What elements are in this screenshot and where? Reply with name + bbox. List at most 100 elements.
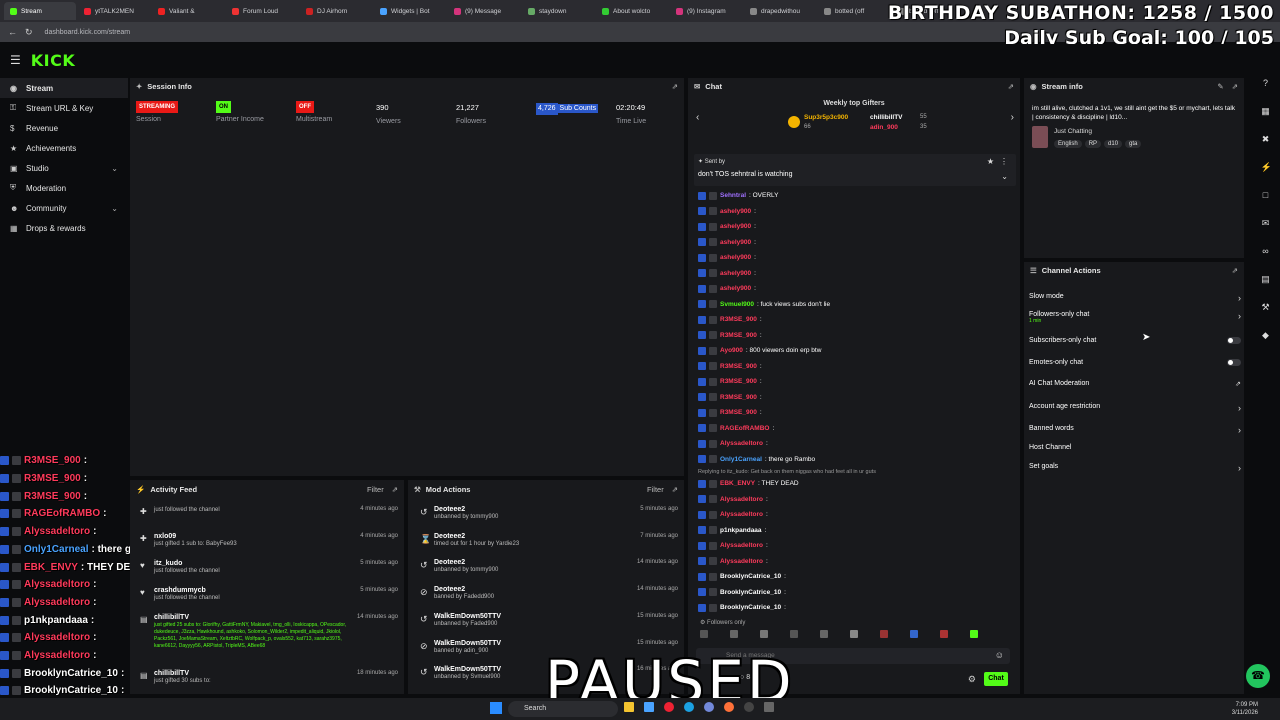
mod-filter-button[interactable]: Filter — [647, 485, 664, 494]
document-icon[interactable]: □ — [1261, 190, 1271, 200]
chrome-icon[interactable] — [664, 702, 674, 712]
browser-tab[interactable]: (9) Instagram — [670, 2, 742, 20]
chat-username[interactable]: EBK_ENVY — [720, 480, 755, 487]
tag-chip[interactable]: gta — [1125, 140, 1142, 148]
channel-action-followers-only-chat[interactable]: Followers-only chat 1 min › — [1029, 311, 1241, 324]
channel-action-emotes-only-chat[interactable]: Emotes-only chat — [1029, 359, 1241, 366]
menu-icon[interactable]: ☰ — [10, 53, 21, 67]
prev-arrow-icon[interactable]: ‹ — [696, 112, 699, 123]
chat-username[interactable]: Svmuel900 — [720, 301, 754, 308]
sidebar-item-revenue[interactable]: $ Revenue — [0, 118, 128, 138]
tag-chip[interactable]: English — [1054, 140, 1082, 148]
layout-icon[interactable]: ▤ — [1261, 274, 1271, 284]
browser-tab[interactable]: Widgets | Bot — [374, 2, 446, 20]
popout-icon[interactable]: ⇗ — [1232, 82, 1238, 91]
activity-name[interactable]: itz_kudo — [154, 560, 354, 567]
chat-username[interactable]: ashely900 — [720, 254, 751, 261]
edge-icon[interactable] — [684, 702, 694, 712]
chat-username[interactable]: ashely900 — [720, 223, 751, 230]
firefox-icon[interactable] — [724, 702, 734, 712]
next-arrow-icon[interactable]: › — [1011, 112, 1014, 123]
discord-icon[interactable] — [704, 702, 714, 712]
activity-name[interactable]: chillibillTV — [154, 614, 354, 621]
reload-icon[interactable]: ↻ — [25, 27, 33, 38]
chat-username[interactable]: Alyssadeltoro — [720, 440, 763, 447]
chat-username[interactable]: ashely900 — [720, 239, 751, 246]
popout-icon[interactable]: ⇗ — [672, 485, 678, 494]
chat-username[interactable]: BrooklynCatrice_10 — [720, 573, 781, 580]
system-clock[interactable]: 7:09 PM 3/11/2026 — [1232, 701, 1258, 717]
wrench-icon[interactable]: ⚒ — [1261, 302, 1271, 312]
browser-tab[interactable]: About wolcto — [596, 2, 668, 20]
tag-chip[interactable]: d10 — [1104, 140, 1123, 148]
channel-action-account-age-restriction[interactable]: Account age restriction › — [1029, 403, 1241, 413]
chat-send-button[interactable]: Chat — [984, 672, 1008, 686]
taskbar-search[interactable]: Search — [508, 701, 618, 717]
browser-tab[interactable]: DJ Airhorn — [300, 2, 372, 20]
app-icon[interactable] — [764, 702, 774, 712]
link-icon[interactable]: ∞ — [1261, 246, 1271, 256]
channel-action-host-channel[interactable]: Host Channel — [1029, 444, 1241, 451]
chevron-down-icon[interactable]: ⌄ — [1001, 172, 1008, 181]
lightning-icon[interactable]: ⚡ — [1261, 162, 1272, 172]
browser-tab[interactable]: Stream — [4, 2, 76, 20]
chat-username[interactable]: R3MSE_900 — [720, 394, 757, 401]
chat-username[interactable]: BrooklynCatrice_10 — [720, 604, 781, 611]
popout-icon[interactable]: ⇗ — [672, 82, 678, 91]
channel-action-subscribers-only-chat[interactable]: Subscribers-only chat — [1029, 337, 1241, 344]
browser-tab[interactable]: (9) Message — [448, 2, 520, 20]
emoji-icon[interactable]: ☺ — [995, 650, 1004, 660]
sidebar-item-moderation[interactable]: ⛨ Moderation — [0, 178, 128, 198]
chat-username[interactable]: Alyssadeltoro — [720, 511, 763, 518]
channel-action-ai-chat-moderation[interactable]: AI Chat Moderation ⇗ — [1029, 380, 1241, 388]
chat-username[interactable]: Only1Carneal — [720, 456, 762, 463]
activity-name[interactable]: crashdummycb — [154, 587, 354, 594]
sidebar-item-community[interactable]: ☻ Community ⌄ — [0, 198, 128, 218]
browser-tab[interactable]: botted (off — [818, 2, 890, 20]
sidebar-item-drops-rewards[interactable]: ▦ Drops & rewards — [0, 218, 128, 238]
sidebar-item-stream-url-key[interactable]: ⚿ Stream URL & Key — [0, 98, 128, 118]
kick-logo[interactable]: KICK — [31, 51, 76, 70]
toggle-switch[interactable] — [1227, 359, 1241, 366]
chat-username[interactable]: R3MSE_900 — [720, 332, 757, 339]
store-icon[interactable] — [644, 702, 654, 712]
category-name[interactable]: Just Chatting — [1054, 128, 1092, 135]
chat-username[interactable]: RAGEofRAMBO — [720, 425, 769, 432]
windows-start-icon[interactable] — [490, 702, 502, 714]
chat-username[interactable]: R3MSE_900 — [720, 316, 757, 323]
channel-action-banned-words[interactable]: Banned words › — [1029, 425, 1241, 435]
chat-username[interactable]: Alyssadeltoro — [720, 542, 763, 549]
edit-icon[interactable]: ✎ — [1217, 82, 1223, 91]
channel-action-set-goals[interactable]: Set goals › — [1029, 463, 1241, 473]
chat-username[interactable]: R3MSE_900 — [720, 363, 757, 370]
plugin-icon[interactable]: ◆ — [1261, 330, 1271, 340]
chat-username[interactable]: R3MSE_900 — [720, 378, 757, 385]
chat-username[interactable]: ashely900 — [720, 270, 751, 277]
chat-username[interactable]: Sehntral — [720, 192, 746, 199]
activity-name[interactable]: chillibillTV — [154, 670, 354, 677]
more-icon[interactable]: ⋮ — [1000, 157, 1008, 166]
browser-tab[interactable]: Forum Loud — [226, 2, 298, 20]
activity-filter-button[interactable]: Filter — [367, 485, 384, 494]
activity-name[interactable]: nxlo09 — [154, 533, 354, 540]
browser-tab[interactable]: Valiant & — [152, 2, 224, 20]
back-icon[interactable]: ← — [8, 27, 17, 37]
browser-tab[interactable]: ytTALK2MEN — [78, 2, 150, 20]
help-icon[interactable]: ? — [1261, 78, 1271, 88]
browser-tab[interactable]: drapedwithou — [744, 2, 816, 20]
obs-icon[interactable] — [744, 702, 754, 712]
chat-username[interactable]: Alyssadeltoro — [720, 496, 763, 503]
url-text[interactable]: dashboard.kick.com/stream — [45, 29, 131, 36]
chat-username[interactable]: p1nkpandaaa — [720, 527, 762, 534]
close-icon[interactable]: ✖ — [1261, 134, 1271, 144]
unpin-icon[interactable]: ★ — [987, 157, 994, 166]
chat-username[interactable]: ashely900 — [720, 285, 751, 292]
chat-username[interactable]: Alyssadeltoro — [720, 558, 763, 565]
chat-username[interactable]: R3MSE_900 — [720, 409, 757, 416]
popout-icon[interactable]: ⇗ — [1008, 82, 1014, 91]
popout-icon[interactable]: ⇗ — [1232, 266, 1238, 275]
browser-tab[interactable]: staydown — [522, 2, 594, 20]
settings-gear-icon[interactable]: ⚙ — [968, 674, 976, 685]
grid-icon[interactable]: ▦ — [1261, 106, 1271, 116]
tag-chip[interactable]: RP — [1084, 140, 1102, 148]
